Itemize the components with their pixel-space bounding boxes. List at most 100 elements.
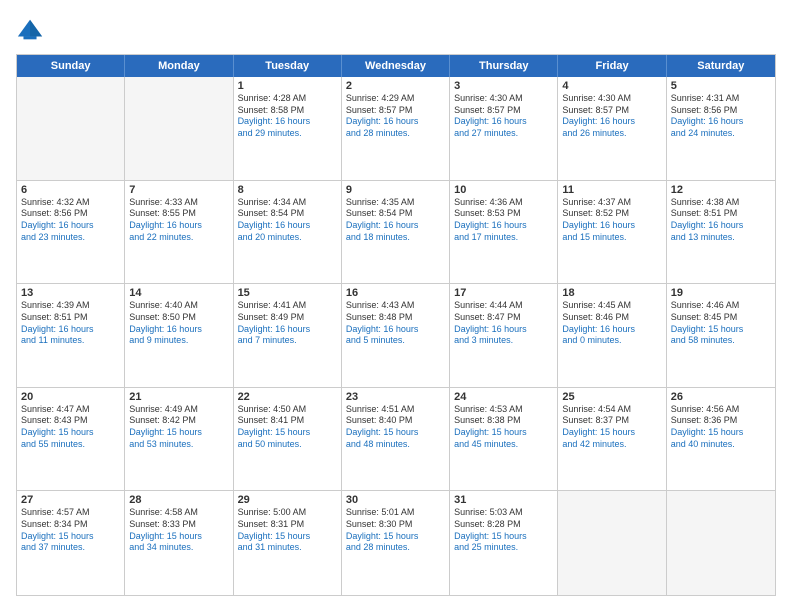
- sunset-line: Sunset: 8:40 PM: [346, 415, 445, 427]
- weekday-header-monday: Monday: [125, 55, 233, 77]
- sunrise-line: Sunrise: 4:28 AM: [238, 93, 337, 105]
- daylight-line-1: Daylight: 15 hours: [21, 531, 120, 543]
- sunrise-line: Sunrise: 4:51 AM: [346, 404, 445, 416]
- calendar-cell-2: 2Sunrise: 4:29 AMSunset: 8:57 PMDaylight…: [342, 77, 450, 180]
- daylight-line-2: and 45 minutes.: [454, 439, 553, 451]
- day-number: 9: [346, 184, 445, 196]
- day-number: 12: [671, 184, 771, 196]
- daylight-line-2: and 20 minutes.: [238, 232, 337, 244]
- sunset-line: Sunset: 8:46 PM: [562, 312, 661, 324]
- sunrise-line: Sunrise: 4:53 AM: [454, 404, 553, 416]
- sunset-line: Sunset: 8:56 PM: [21, 208, 120, 220]
- weekday-header-thursday: Thursday: [450, 55, 558, 77]
- sunset-line: Sunset: 8:53 PM: [454, 208, 553, 220]
- daylight-line-1: Daylight: 15 hours: [671, 427, 771, 439]
- sunset-line: Sunset: 8:49 PM: [238, 312, 337, 324]
- daylight-line-1: Daylight: 16 hours: [129, 220, 228, 232]
- daylight-line-1: Daylight: 16 hours: [129, 324, 228, 336]
- daylight-line-1: Daylight: 16 hours: [562, 116, 661, 128]
- sunrise-line: Sunrise: 4:37 AM: [562, 197, 661, 209]
- sunset-line: Sunset: 8:41 PM: [238, 415, 337, 427]
- sunrise-line: Sunrise: 4:57 AM: [21, 507, 120, 519]
- calendar-cell-6: 6Sunrise: 4:32 AMSunset: 8:56 PMDaylight…: [17, 181, 125, 284]
- daylight-line-1: Daylight: 16 hours: [238, 220, 337, 232]
- day-number: 28: [129, 494, 228, 506]
- daylight-line-2: and 29 minutes.: [238, 128, 337, 140]
- calendar-cell-8: 8Sunrise: 4:34 AMSunset: 8:54 PMDaylight…: [234, 181, 342, 284]
- sunrise-line: Sunrise: 4:44 AM: [454, 300, 553, 312]
- calendar-cell-11: 11Sunrise: 4:37 AMSunset: 8:52 PMDayligh…: [558, 181, 666, 284]
- day-number: 16: [346, 287, 445, 299]
- sunrise-line: Sunrise: 4:31 AM: [671, 93, 771, 105]
- sunrise-line: Sunrise: 4:40 AM: [129, 300, 228, 312]
- daylight-line-1: Daylight: 15 hours: [21, 427, 120, 439]
- day-number: 3: [454, 80, 553, 92]
- calendar-row-1: 6Sunrise: 4:32 AMSunset: 8:56 PMDaylight…: [17, 181, 775, 285]
- calendar-cell-empty-0-1: [125, 77, 233, 180]
- daylight-line-2: and 24 minutes.: [671, 128, 771, 140]
- sunrise-line: Sunrise: 4:34 AM: [238, 197, 337, 209]
- sunrise-line: Sunrise: 4:43 AM: [346, 300, 445, 312]
- daylight-line-1: Daylight: 15 hours: [346, 427, 445, 439]
- calendar-cell-14: 14Sunrise: 4:40 AMSunset: 8:50 PMDayligh…: [125, 284, 233, 387]
- sunrise-line: Sunrise: 4:46 AM: [671, 300, 771, 312]
- daylight-line-1: Daylight: 16 hours: [238, 324, 337, 336]
- sunrise-line: Sunrise: 4:49 AM: [129, 404, 228, 416]
- calendar-cell-1: 1Sunrise: 4:28 AMSunset: 8:58 PMDaylight…: [234, 77, 342, 180]
- day-number: 29: [238, 494, 337, 506]
- calendar-cell-27: 27Sunrise: 4:57 AMSunset: 8:34 PMDayligh…: [17, 491, 125, 595]
- calendar-cell-20: 20Sunrise: 4:47 AMSunset: 8:43 PMDayligh…: [17, 388, 125, 491]
- sunset-line: Sunset: 8:42 PM: [129, 415, 228, 427]
- day-number: 5: [671, 80, 771, 92]
- day-number: 19: [671, 287, 771, 299]
- sunset-line: Sunset: 8:58 PM: [238, 105, 337, 117]
- daylight-line-1: Daylight: 16 hours: [454, 220, 553, 232]
- sunset-line: Sunset: 8:51 PM: [21, 312, 120, 324]
- sunset-line: Sunset: 8:47 PM: [454, 312, 553, 324]
- sunset-line: Sunset: 8:38 PM: [454, 415, 553, 427]
- daylight-line-1: Daylight: 15 hours: [671, 324, 771, 336]
- daylight-line-1: Daylight: 16 hours: [238, 116, 337, 128]
- calendar-cell-empty-0-0: [17, 77, 125, 180]
- day-number: 17: [454, 287, 553, 299]
- sunrise-line: Sunrise: 4:30 AM: [454, 93, 553, 105]
- daylight-line-2: and 48 minutes.: [346, 439, 445, 451]
- page-header: [16, 16, 776, 44]
- daylight-line-2: and 17 minutes.: [454, 232, 553, 244]
- sunrise-line: Sunrise: 4:32 AM: [21, 197, 120, 209]
- sunrise-line: Sunrise: 4:47 AM: [21, 404, 120, 416]
- sunrise-line: Sunrise: 4:39 AM: [21, 300, 120, 312]
- daylight-line-2: and 27 minutes.: [454, 128, 553, 140]
- daylight-line-2: and 31 minutes.: [238, 542, 337, 554]
- sunset-line: Sunset: 8:54 PM: [238, 208, 337, 220]
- daylight-line-2: and 3 minutes.: [454, 335, 553, 347]
- calendar-cell-19: 19Sunrise: 4:46 AMSunset: 8:45 PMDayligh…: [667, 284, 775, 387]
- daylight-line-2: and 9 minutes.: [129, 335, 228, 347]
- daylight-line-2: and 25 minutes.: [454, 542, 553, 554]
- calendar-cell-21: 21Sunrise: 4:49 AMSunset: 8:42 PMDayligh…: [125, 388, 233, 491]
- daylight-line-2: and 34 minutes.: [129, 542, 228, 554]
- sunrise-line: Sunrise: 4:33 AM: [129, 197, 228, 209]
- sunrise-line: Sunrise: 4:30 AM: [562, 93, 661, 105]
- day-number: 18: [562, 287, 661, 299]
- calendar-cell-4: 4Sunrise: 4:30 AMSunset: 8:57 PMDaylight…: [558, 77, 666, 180]
- calendar-row-0: 1Sunrise: 4:28 AMSunset: 8:58 PMDaylight…: [17, 77, 775, 181]
- weekday-header-wednesday: Wednesday: [342, 55, 450, 77]
- sunset-line: Sunset: 8:45 PM: [671, 312, 771, 324]
- calendar-cell-empty-4-5: [558, 491, 666, 595]
- calendar-row-2: 13Sunrise: 4:39 AMSunset: 8:51 PMDayligh…: [17, 284, 775, 388]
- day-number: 8: [238, 184, 337, 196]
- calendar-row-4: 27Sunrise: 4:57 AMSunset: 8:34 PMDayligh…: [17, 491, 775, 595]
- calendar-cell-3: 3Sunrise: 4:30 AMSunset: 8:57 PMDaylight…: [450, 77, 558, 180]
- sunrise-line: Sunrise: 4:54 AM: [562, 404, 661, 416]
- calendar-cell-18: 18Sunrise: 4:45 AMSunset: 8:46 PMDayligh…: [558, 284, 666, 387]
- sunset-line: Sunset: 8:33 PM: [129, 519, 228, 531]
- calendar-cell-25: 25Sunrise: 4:54 AMSunset: 8:37 PMDayligh…: [558, 388, 666, 491]
- sunset-line: Sunset: 8:54 PM: [346, 208, 445, 220]
- daylight-line-1: Daylight: 16 hours: [671, 220, 771, 232]
- day-number: 23: [346, 391, 445, 403]
- day-number: 2: [346, 80, 445, 92]
- day-number: 27: [21, 494, 120, 506]
- daylight-line-1: Daylight: 16 hours: [346, 220, 445, 232]
- calendar-cell-9: 9Sunrise: 4:35 AMSunset: 8:54 PMDaylight…: [342, 181, 450, 284]
